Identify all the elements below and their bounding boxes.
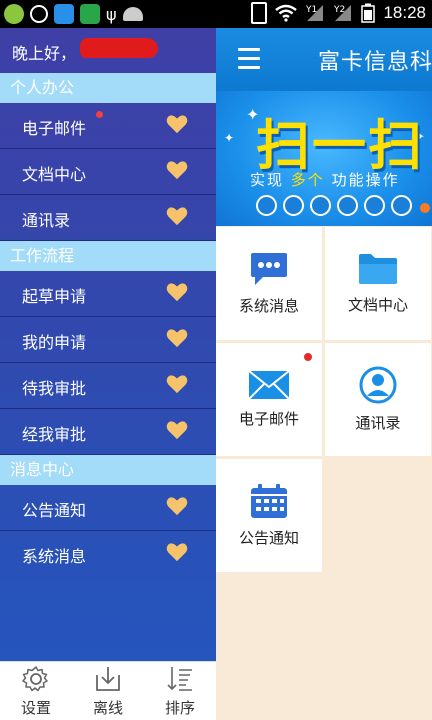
drawer-item-contacts[interactable]: 通讯录 (0, 195, 216, 241)
weather-icon (54, 4, 74, 24)
tile-label: 文档中心 (347, 296, 408, 314)
notification-badge (304, 353, 312, 361)
android-icon (122, 7, 143, 21)
tile-announcement[interactable]: 公告通知 (216, 459, 322, 572)
menu-icon[interactable] (238, 48, 260, 70)
drawer-item-label: 系统消息 (22, 547, 87, 566)
heart-icon[interactable] (166, 159, 188, 181)
section-workflow: 工作流程 (0, 241, 216, 271)
status-bar: ψ Y1 Y2 18:28 (0, 0, 432, 28)
greeting-header: 晚上好， (0, 28, 216, 73)
drawer-item-label: 公告通知 (22, 501, 87, 520)
banner-page-dot (420, 203, 430, 213)
heart-icon[interactable] (166, 419, 188, 441)
drawer-item-label: 通讯录 (22, 211, 71, 230)
signal-2-icon: Y2 (333, 5, 352, 21)
message-icon (251, 253, 287, 285)
tile-email[interactable]: 电子邮件 (216, 343, 322, 456)
gear-icon (22, 666, 48, 692)
greeting-text: 晚上好， (12, 44, 77, 63)
notification-badge (96, 111, 103, 118)
drawer-item-label: 电子邮件 (22, 119, 87, 138)
svg-text:Y2: Y2 (333, 5, 345, 15)
section-message-center: 消息中心 (0, 455, 216, 485)
drawer-bottom-bar: 设置 离线 排序 (0, 661, 216, 720)
drawer-item-system-message[interactable]: 系统消息 (0, 531, 216, 576)
tile-label: 系统消息 (238, 297, 299, 315)
mail-icon (248, 370, 290, 400)
download-icon (96, 667, 120, 691)
drawer-item-label: 文档中心 (22, 165, 87, 184)
drawer-item-label: 起草申请 (22, 287, 87, 306)
tile-label: 通讯录 (355, 414, 401, 432)
drawer-item-label: 我的申请 (22, 333, 87, 352)
location-icon (30, 5, 48, 23)
shield-icon (80, 4, 100, 24)
tile-contacts[interactable]: 通讯录 (325, 343, 431, 456)
sort-icon (167, 667, 192, 691)
drawer-item-email[interactable]: 电子邮件 (0, 103, 216, 149)
banner-feature-icons (256, 195, 412, 216)
scan-banner[interactable]: ✦ ✦ ✦ 扫一扫 实现 多个 功能操作 (216, 91, 432, 226)
app-bar: 富卡信息科 (216, 28, 432, 91)
drawer-item-label: 待我审批 (22, 379, 87, 398)
location-pin-icon (391, 195, 412, 216)
drawer-item-approved-by-me[interactable]: 经我审批 (0, 409, 216, 455)
heart-icon[interactable] (166, 205, 188, 227)
tile-label: 电子邮件 (238, 410, 299, 428)
drawer-item-document-center[interactable]: 文档中心 (0, 149, 216, 195)
tab-label: 设置 (20, 699, 51, 717)
svg-text:Y1: Y1 (305, 5, 317, 15)
heart-icon[interactable] (166, 327, 188, 349)
redacted-username (80, 38, 158, 58)
tile-label: 公告通知 (238, 529, 299, 547)
app-title: 富卡信息科 (318, 50, 432, 75)
tab-label: 排序 (164, 699, 195, 717)
heart-icon[interactable] (166, 495, 188, 517)
drawer-item-draft-application[interactable]: 起草申请 (0, 271, 216, 317)
list-icon (283, 195, 304, 216)
heart-icon[interactable] (166, 113, 188, 135)
tab-offline[interactable]: 离线 (72, 662, 144, 720)
heart-icon[interactable] (166, 281, 188, 303)
vibrate-icon (251, 2, 268, 24)
navigation-drawer: 晚上好， 个人办公 电子邮件 文档中心 通讯录 工作流程 起草申请 我的申请 待… (0, 28, 216, 720)
contact-icon (359, 366, 397, 404)
battery-icon (361, 3, 376, 23)
drawer-item-label: 经我审批 (22, 425, 87, 444)
section-personal-office: 个人办公 (0, 73, 216, 103)
search-icon (337, 195, 358, 216)
tile-document-center[interactable]: 文档中心 (325, 227, 431, 340)
tile-system-message[interactable]: 系统消息 (216, 227, 322, 340)
building-icon (364, 195, 385, 216)
tab-sort[interactable]: 排序 (144, 662, 216, 720)
heart-icon[interactable] (166, 541, 188, 563)
folder-icon (359, 254, 397, 284)
banner-subtitle: 实现 多个 功能操作 (250, 171, 400, 189)
tab-label: 离线 (92, 699, 123, 717)
wifi-icon (275, 4, 298, 22)
clock: 18:28 (383, 3, 426, 22)
document-icon (310, 195, 331, 216)
drawer-item-pending-approval[interactable]: 待我审批 (0, 363, 216, 409)
clock-icon (256, 195, 277, 216)
sparkle-icon: ✦ (224, 131, 235, 145)
tab-settings[interactable]: 设置 (0, 662, 72, 720)
drawer-item-my-applications[interactable]: 我的申请 (0, 317, 216, 363)
usb-icon: ψ (106, 4, 117, 24)
heart-icon[interactable] (166, 373, 188, 395)
main-content: 富卡信息科 ✦ ✦ ✦ 扫一扫 实现 多个 功能操作 系统消息 文档中心 电子邮… (216, 28, 432, 720)
calendar-icon (251, 484, 287, 518)
signal-1-icon: Y1 (305, 5, 324, 21)
drawer-item-announcement[interactable]: 公告通知 (0, 485, 216, 531)
app-icon (4, 4, 24, 24)
